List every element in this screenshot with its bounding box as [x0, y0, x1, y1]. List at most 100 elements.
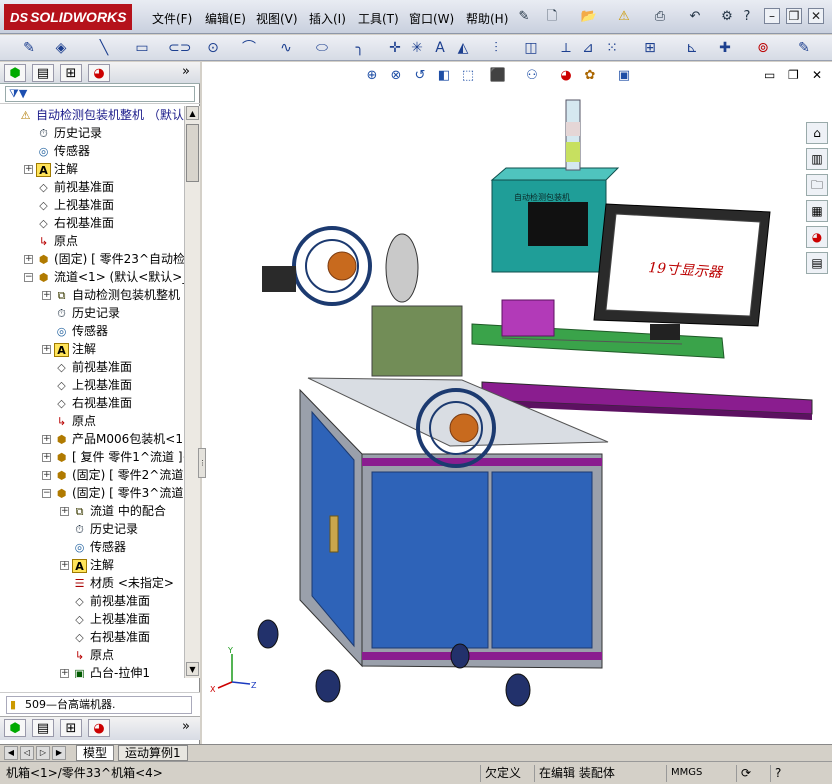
- tree-node[interactable]: ◇ 右视基准面: [60, 628, 150, 646]
- mirror-icon[interactable]: ⫶: [487, 39, 505, 57]
- file-explorer-icon[interactable]: 🗀: [806, 174, 828, 196]
- tree-node[interactable]: ◇ 前视基准面: [42, 358, 132, 376]
- previous-view-icon[interactable]: ↺: [410, 66, 430, 86]
- tree-expander-icon[interactable]: +: [24, 165, 33, 174]
- smart-dimension-icon[interactable]: ◈: [52, 39, 70, 57]
- menu-insert[interactable]: 插入(I): [309, 10, 346, 27]
- tree-node[interactable]: ↳ 原点: [24, 232, 78, 250]
- expand-panel-icon[interactable]: »: [182, 64, 190, 79]
- window-close-icon[interactable]: ✕: [812, 68, 822, 82]
- menu-file[interactable]: 文件(F): [152, 10, 192, 27]
- tree-node[interactable]: + ⬢ (固定) [ 零件2^流道: [42, 466, 183, 484]
- tree-scrollbar[interactable]: ▲ ▼: [184, 106, 200, 678]
- sketch-icon[interactable]: ✎: [20, 39, 38, 57]
- slot-icon[interactable]: ⊂⊃: [168, 39, 191, 57]
- graphics-area[interactable]: 自动检测包装机 19寸显示器 ⊕ ⊗ ↺ ◧ ⬚ ⬛ ⚇ ◕ ✿ ▣ ▭ ❐ ✕…: [198, 62, 832, 744]
- tree-expander-icon[interactable]: −: [24, 273, 33, 282]
- feature-manager-tab-icon[interactable]: ⬢: [4, 64, 26, 82]
- tree-node[interactable]: + ⬢ (固定) [ 零件23^自动检测: [24, 250, 184, 268]
- open-folder-icon[interactable]: 📂: [580, 8, 598, 26]
- last-tab-arrow-icon[interactable]: ▶: [52, 746, 66, 760]
- tree-node[interactable]: + A 注解: [60, 556, 114, 574]
- restore-button[interactable]: ❐: [786, 8, 802, 24]
- tree-node[interactable]: ↳ 原点: [60, 646, 114, 664]
- tree-node[interactable]: ⏱ 历史记录: [42, 304, 120, 322]
- tree-node[interactable]: + ⧉ 自动检测包装机整机 中: [42, 286, 184, 304]
- tree-root-node[interactable]: ⚠ 自动检测包装机整机 （默认<: [6, 106, 184, 124]
- first-tab-arrow-icon[interactable]: ◀: [4, 746, 18, 760]
- help-question-icon[interactable]: ?: [738, 8, 756, 26]
- display-manager-tab-bottom-icon[interactable]: ◕: [88, 719, 110, 737]
- tree-node[interactable]: + ⧉ 流道 中的配合: [60, 502, 166, 520]
- offset-icon[interactable]: ◫: [522, 39, 540, 57]
- plane-icon[interactable]: ◭: [454, 39, 472, 57]
- menu-window[interactable]: 窗口(W): [409, 10, 454, 27]
- configuration-manager-tab-bottom-icon[interactable]: ⊞: [60, 719, 82, 737]
- next-tab-arrow-icon[interactable]: ▷: [36, 746, 50, 760]
- move-entities-icon[interactable]: ⊞: [641, 39, 659, 57]
- new-document-icon[interactable]: 🗋: [543, 8, 561, 26]
- tab-model[interactable]: 模型: [76, 745, 115, 761]
- tree-node[interactable]: ◎ 传感器: [24, 142, 90, 160]
- undo-icon[interactable]: ↶: [686, 8, 704, 26]
- instant2d-icon[interactable]: ✎: [795, 39, 813, 57]
- tree-node[interactable]: ⏱ 历史记录: [60, 520, 138, 538]
- tree-node[interactable]: ◇ 前视基准面: [60, 592, 150, 610]
- tree-node[interactable]: + A 注解: [24, 160, 78, 178]
- panel-splitter-handle[interactable]: ⋮: [198, 448, 206, 478]
- view-orientation-icon[interactable]: ⬛: [488, 66, 508, 86]
- tree-node[interactable]: ◇ 前视基准面: [24, 178, 114, 196]
- close-button[interactable]: ✕: [808, 8, 824, 24]
- tree-node[interactable]: ◇ 右视基准面: [42, 394, 132, 412]
- menu-tools[interactable]: 工具(T): [358, 10, 399, 27]
- print-icon[interactable]: ⎙: [651, 8, 669, 26]
- configuration-manager-tab-icon[interactable]: ⊞: [60, 64, 82, 82]
- tree-node[interactable]: + ⬢ 产品M006包装机<1> (默: [42, 430, 184, 448]
- centerline-icon[interactable]: ✳: [408, 39, 426, 57]
- prev-tab-arrow-icon[interactable]: ◁: [20, 746, 34, 760]
- tree-expander-icon[interactable]: +: [42, 291, 51, 300]
- tree-node[interactable]: + ⬢ [ 复件 零件1^流道 ]<: [42, 448, 184, 466]
- tree-expander-icon[interactable]: +: [42, 453, 51, 462]
- property-manager-tab-icon[interactable]: ▤: [32, 64, 54, 82]
- tree-expander-icon[interactable]: +: [60, 561, 69, 570]
- scroll-thumb[interactable]: [186, 124, 199, 182]
- circle-icon[interactable]: ⊙: [204, 39, 222, 57]
- text-icon[interactable]: A: [431, 39, 449, 57]
- tree-node[interactable]: ◇ 上视基准面: [60, 610, 150, 628]
- pattern-icon[interactable]: ⁙: [603, 39, 621, 57]
- tree-node[interactable]: ◎ 传感器: [42, 322, 108, 340]
- assembly-model[interactable]: 自动检测包装机 19寸显示器: [202, 62, 832, 744]
- window-tile-icon[interactable]: ❐: [788, 68, 799, 82]
- rebuild-warning-icon[interactable]: ⚠: [615, 8, 633, 26]
- tree-node[interactable]: ◇ 右视基准面: [24, 214, 114, 232]
- tree-node[interactable]: + ▣ 凸台-拉伸1: [60, 664, 150, 678]
- expand-panel-bottom-icon[interactable]: »: [182, 719, 190, 734]
- tree-node[interactable]: ☰ 材质 <未指定>: [60, 574, 174, 592]
- spline-icon[interactable]: ∿: [277, 39, 295, 57]
- trim-icon[interactable]: ⟂: [557, 39, 575, 57]
- tree-node[interactable]: ⏱ 历史记录: [24, 124, 102, 142]
- display-manager-tab-icon[interactable]: ◕: [88, 64, 110, 82]
- scroll-down-arrow-icon[interactable]: ▼: [186, 662, 199, 676]
- point-icon[interactable]: ✛: [386, 39, 404, 57]
- tree-filter-input[interactable]: ⧩▼: [5, 86, 195, 102]
- arc-icon[interactable]: ⌒: [240, 39, 258, 57]
- status-units[interactable]: MMGS: [666, 765, 726, 782]
- menu-view[interactable]: 视图(V): [256, 10, 298, 27]
- scene-icon[interactable]: ✿: [580, 66, 600, 86]
- repair-sketch-icon[interactable]: ✚: [716, 39, 734, 57]
- property-manager-tab-bottom-icon[interactable]: ▤: [32, 719, 54, 737]
- tree-node[interactable]: −⬢ 流道<1> (默认<默认>_外观: [24, 268, 184, 286]
- fillet-icon[interactable]: ╮: [351, 39, 369, 57]
- menu-help[interactable]: 帮助(H): [466, 10, 508, 27]
- convert-icon[interactable]: ⊿: [579, 39, 597, 57]
- view-settings-icon[interactable]: ▣: [614, 66, 634, 86]
- quick-snaps-icon[interactable]: ⊚: [754, 39, 772, 57]
- pin-icon[interactable]: ✎: [515, 8, 533, 26]
- tree-expander-icon[interactable]: +: [24, 255, 33, 264]
- dynamic-annotation-icon[interactable]: ⬚: [458, 66, 478, 86]
- section-view-icon[interactable]: ◧: [434, 66, 454, 86]
- zoom-to-fit-icon[interactable]: ⊕: [362, 66, 382, 86]
- design-library-icon[interactable]: ▥: [806, 148, 828, 170]
